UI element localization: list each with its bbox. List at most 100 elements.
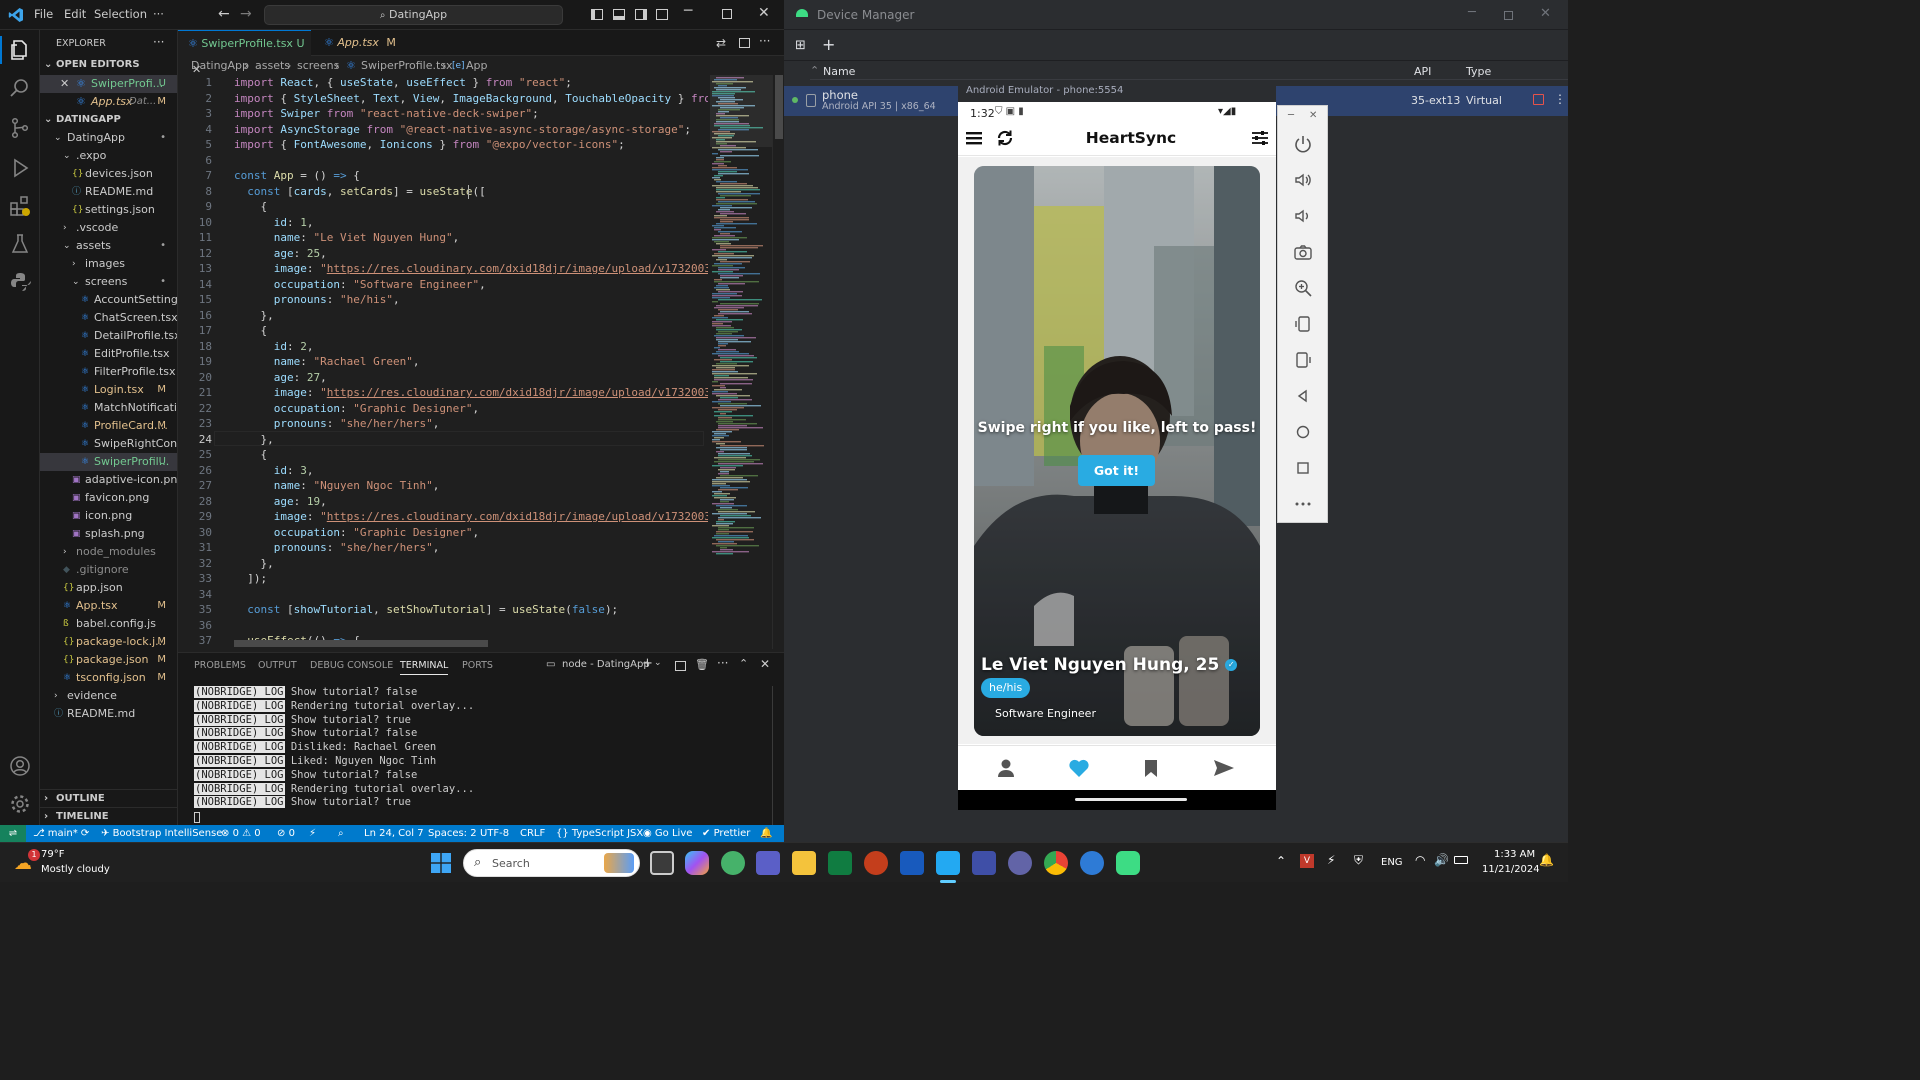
vpn-icon[interactable] (1008, 851, 1032, 875)
chrome-icon[interactable] (1044, 851, 1068, 875)
tree-file[interactable]: ⚛ ProfileCard.... M (40, 417, 177, 435)
profile-tab-icon[interactable] (996, 758, 1016, 778)
tree-folder[interactable]: ⌄ .expo (40, 147, 177, 165)
tab-swiperprofile[interactable]: ⚛ SwiperProfile.tsx U ✕ (178, 30, 311, 76)
close-icon[interactable]: ✕ (1540, 6, 1551, 21)
tree-file[interactable]: {} app.json (40, 579, 177, 597)
tree-file[interactable]: {} package.json M (40, 651, 177, 669)
extensions-icon[interactable] (8, 194, 32, 218)
tree-file[interactable]: {} package-lock.j... M (40, 633, 177, 651)
filter-sliders-icon[interactable] (1251, 129, 1269, 147)
scroll-thumb[interactable] (775, 75, 783, 139)
tree-file[interactable]: ⚛ Login.tsx M (40, 381, 177, 399)
tree-file[interactable]: ⚛ EditProfile.tsx (40, 345, 177, 363)
app-green-icon[interactable] (721, 851, 745, 875)
android-studio-icon[interactable] (1116, 851, 1140, 875)
tree-file[interactable]: ⚛ FilterProfile.tsx (40, 363, 177, 381)
rotate-right-icon[interactable] (1293, 350, 1313, 370)
minimize-icon[interactable]: ─ (1468, 5, 1476, 20)
tab-output[interactable]: OUTPUT (258, 660, 297, 671)
tab-debug-console[interactable]: DEBUG CONSOLE (310, 660, 393, 671)
vscode-taskbar-icon[interactable] (936, 851, 960, 875)
tree-folder[interactable]: › node_modules (40, 543, 177, 561)
tab-ports[interactable]: PORTS (462, 660, 493, 671)
language-mode[interactable]: {} TypeScript JSX (556, 825, 643, 842)
zoom-icon[interactable] (1293, 278, 1313, 298)
search-icon[interactable] (8, 76, 32, 100)
chevron-up-icon[interactable]: ⌃ (1276, 854, 1286, 868)
toggle-secondary-sidebar-icon[interactable] (635, 9, 647, 20)
tree-folder[interactable]: ⌄ assets • (40, 237, 177, 255)
split-terminal-icon[interactable] (675, 661, 686, 671)
toggle-panel-icon[interactable] (613, 9, 625, 20)
column-type[interactable]: Type (1466, 65, 1491, 78)
timeline-header[interactable]: › TIMELINE (40, 807, 177, 825)
trash-icon[interactable]: 🗑 (695, 658, 709, 671)
tree-file[interactable]: ⓘ README.md (40, 183, 177, 201)
workspace-header[interactable]: ⌄ DATINGAPP (40, 111, 177, 129)
code-editor[interactable]: 1 import React, { useState, useEffect } f… (178, 75, 784, 649)
overview-icon[interactable] (1293, 458, 1313, 478)
outline-header[interactable]: › OUTLINE (40, 789, 177, 807)
explorer-more-button[interactable]: ··· (153, 35, 164, 49)
close-panel-icon[interactable]: ✕ (760, 657, 770, 671)
maximize-icon[interactable] (722, 9, 732, 19)
explorer-icon[interactable] (8, 38, 32, 62)
end-of-line[interactable]: CRLF (520, 825, 545, 842)
security-icon[interactable]: ⛨ (1354, 853, 1363, 868)
excel-icon[interactable] (828, 851, 852, 875)
windows-start-icon[interactable] (431, 853, 451, 873)
clock-time[interactable]: 1:33 AM (1494, 849, 1535, 860)
add-terminal-icon[interactable]: + (642, 656, 653, 671)
tree-folder[interactable]: ⌄ screens • (40, 273, 177, 291)
source-control-icon[interactable] (8, 116, 32, 140)
terminal-scrollbar[interactable] (772, 686, 773, 826)
tree-file[interactable]: ⚛ App.tsx M (40, 597, 177, 615)
weather-widget[interactable]: ☁ 1 79°F Mostly cloudy (12, 847, 122, 879)
split-editor-icon[interactable] (739, 38, 750, 48)
run-debug-icon[interactable] (8, 156, 32, 180)
tab-terminal[interactable]: TERMINAL (400, 660, 449, 675)
tree-folder[interactable]: ⌄ DatingApp • (40, 129, 177, 147)
tree-file[interactable]: ⚛ AccountSetting.tsx (40, 291, 177, 309)
phone-screen[interactable]: 1:32 ⛉ ▣ ▮ ▾◢▮ HeartSync Swipe right if … (958, 102, 1276, 810)
file-explorer-icon[interactable] (792, 851, 816, 875)
minimize-icon[interactable]: ─ (1288, 110, 1294, 121)
tree-file[interactable]: ß babel.config.js (40, 615, 177, 633)
back-icon[interactable] (1293, 386, 1313, 406)
command-center[interactable]: ⌕ DatingApp (264, 5, 563, 25)
manage-gear-icon[interactable] (8, 792, 32, 816)
close-icon[interactable]: ✕ (758, 5, 770, 21)
add-device-icon[interactable]: + (822, 35, 835, 54)
tree-folder[interactable]: › evidence (40, 687, 177, 705)
dev-tools-icon[interactable] (972, 851, 996, 875)
device-grid-icon[interactable]: ⊞ (795, 38, 806, 53)
menu-selection[interactable]: Selection (94, 7, 147, 21)
lightning-icon[interactable]: ⚡ (309, 825, 316, 842)
testing-icon[interactable] (8, 232, 32, 256)
task-view-icon[interactable] (650, 851, 674, 875)
terminal-name[interactable]: node - DatingApp (562, 659, 650, 670)
rotate-left-icon[interactable] (1293, 314, 1313, 334)
zoom-icon[interactable]: ⌕ (338, 825, 344, 842)
word-icon[interactable] (900, 851, 924, 875)
go-live-button[interactable]: ◉ Go Live (643, 825, 692, 842)
more-vertical-icon[interactable]: ⋮ (1554, 92, 1566, 106)
network-off-icon[interactable]: ⚡ (1327, 853, 1335, 867)
encoding[interactable]: UTF-8 (480, 825, 509, 842)
accounts-icon[interactable] (8, 754, 32, 778)
tree-file[interactable]: ⓘ README.md (40, 705, 177, 723)
customize-layout-icon[interactable] (656, 9, 668, 20)
open-editor-item[interactable]: ✕ ⚛ SwiperProfi... U (40, 75, 177, 93)
tab-app[interactable]: ⚛ App.tsx M (314, 30, 404, 56)
copilot-icon[interactable] (685, 851, 709, 875)
tree-file[interactable]: {} settings.json (40, 201, 177, 219)
tree-folder[interactable]: › .vscode (40, 219, 177, 237)
cursor-position[interactable]: Ln 24, Col 7 (364, 825, 424, 842)
compare-changes-icon[interactable]: ⇄ (716, 36, 726, 50)
bootstrap-indicator[interactable]: ✈ Bootstrap IntelliSense (101, 825, 222, 842)
tree-file[interactable]: ⚛ ChatScreen.tsx (40, 309, 177, 327)
app-blue-icon[interactable] (1080, 851, 1104, 875)
volume-up-icon[interactable] (1293, 170, 1313, 190)
volume-down-icon[interactable] (1293, 206, 1313, 226)
